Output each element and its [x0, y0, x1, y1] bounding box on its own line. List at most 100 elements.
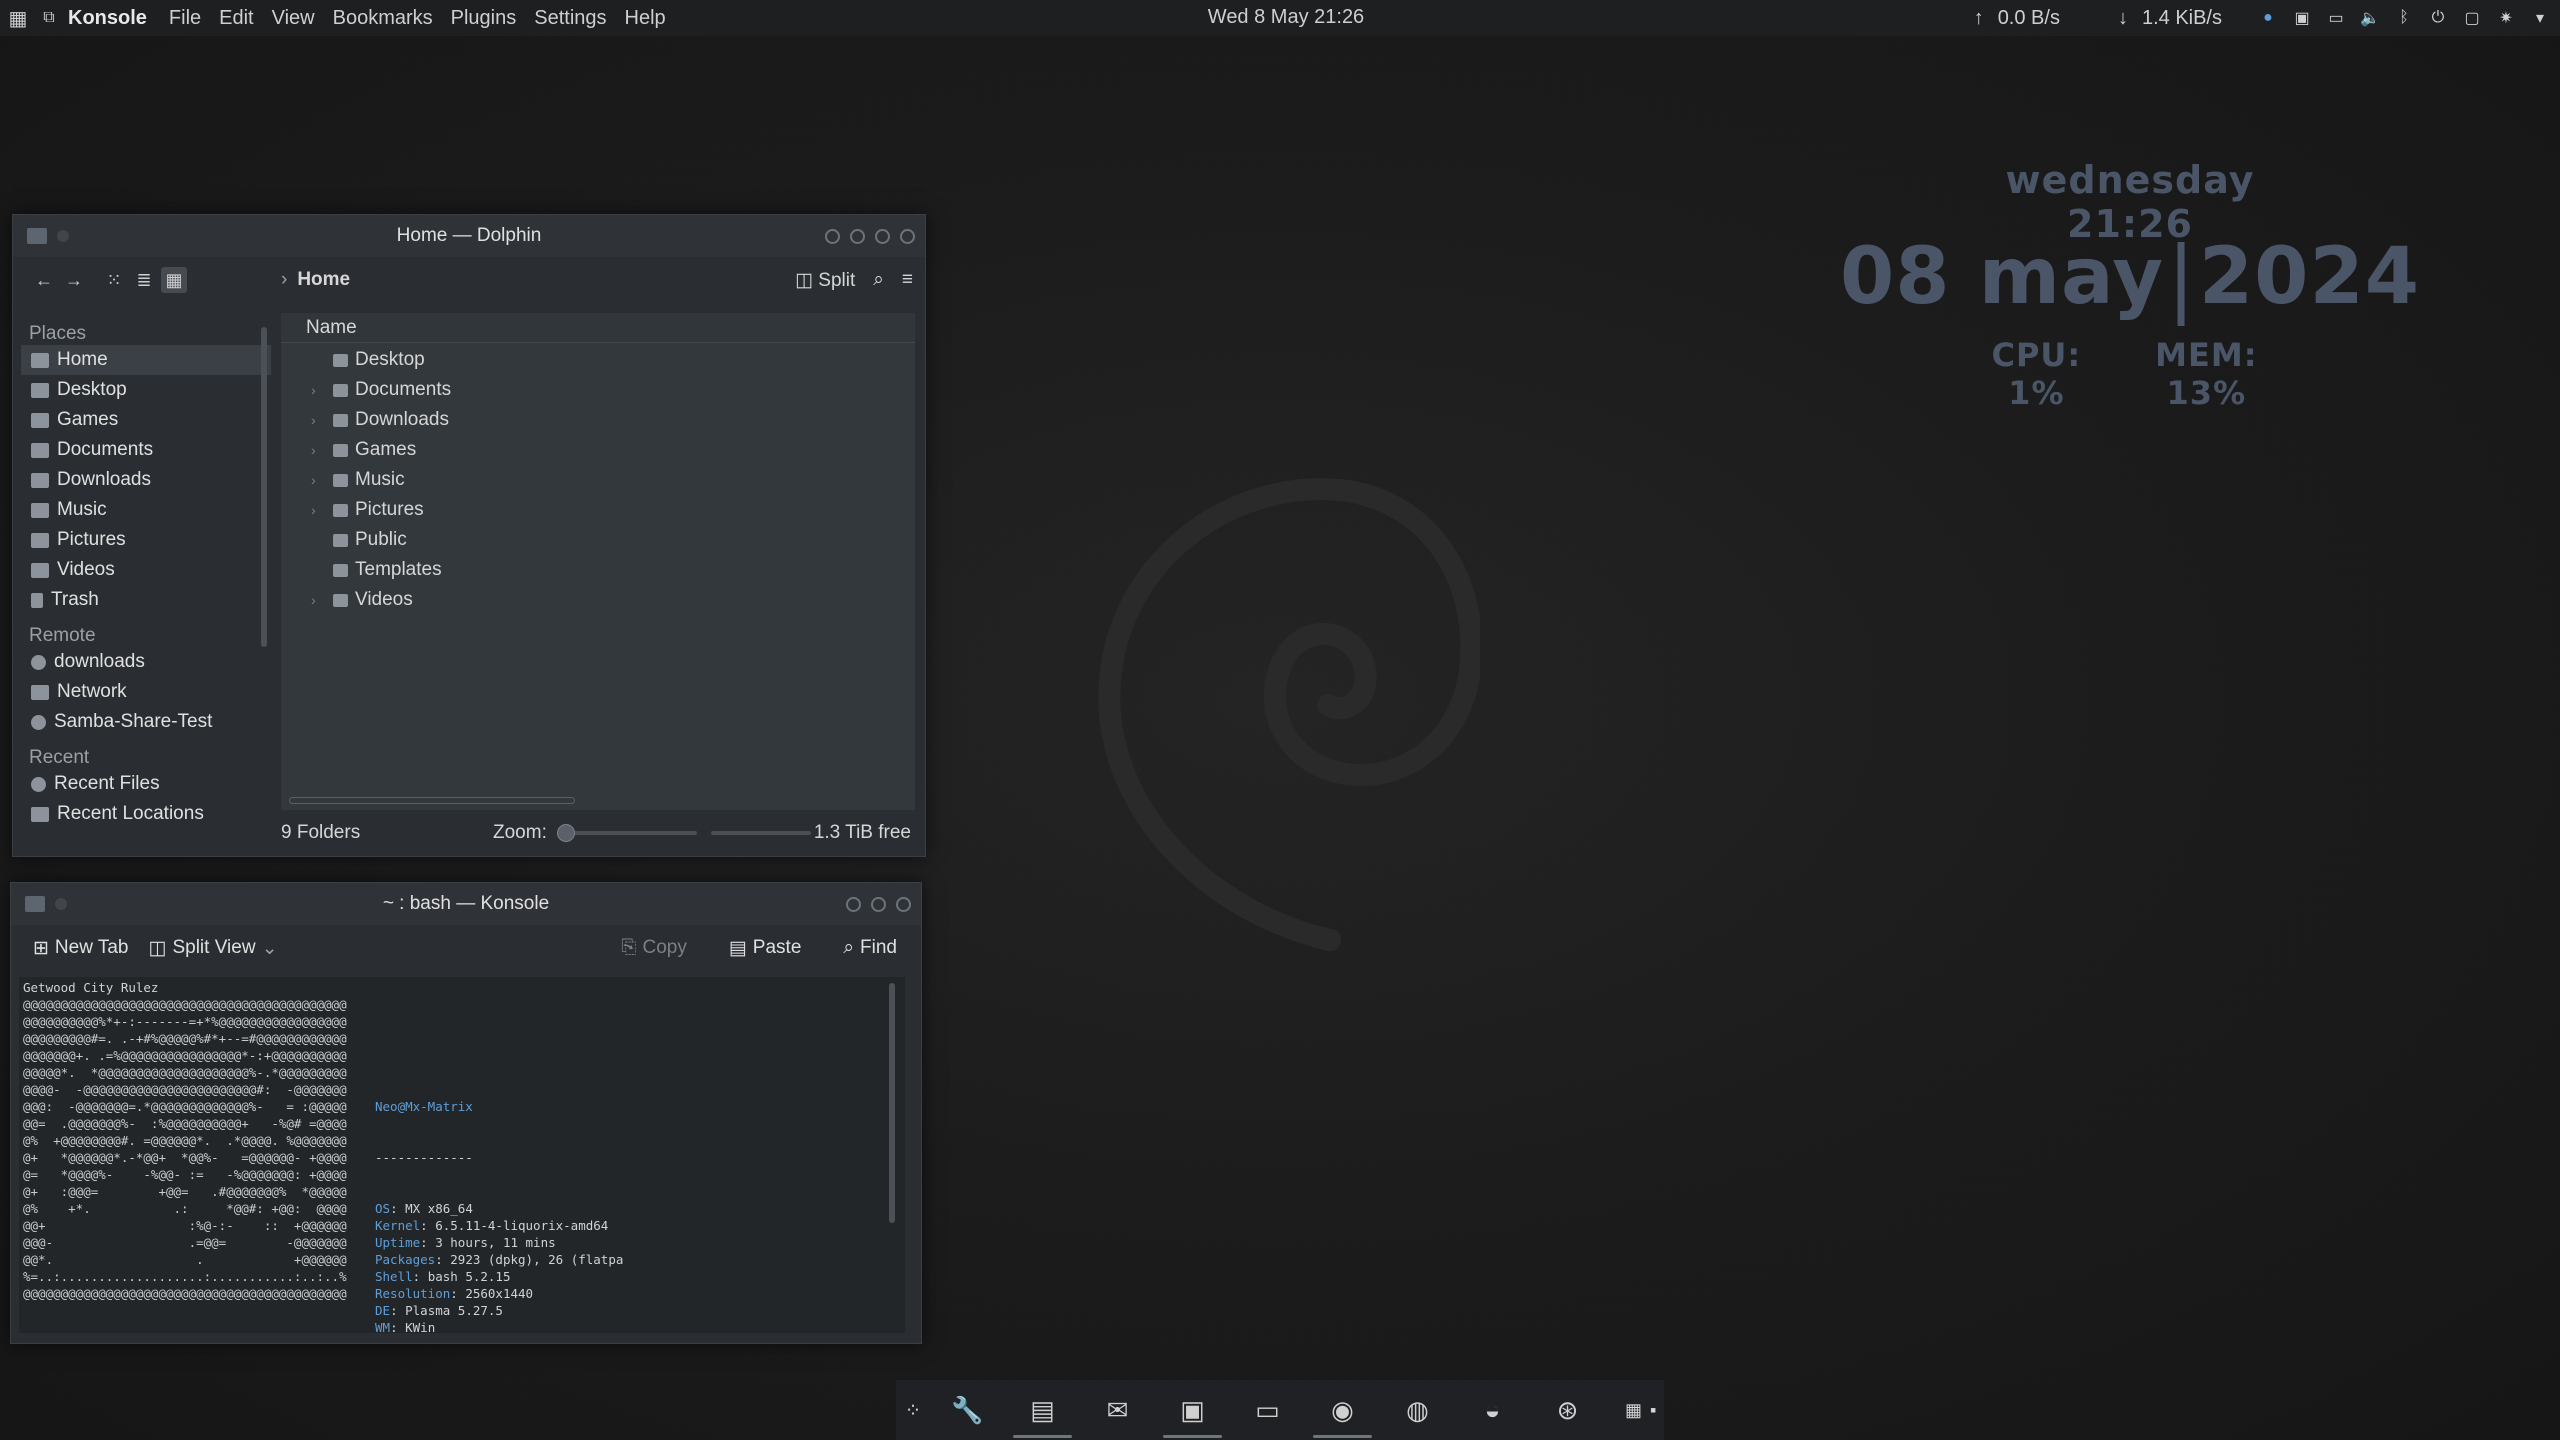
fetch-value: 6.5.11-4-liquorix-amd64 — [435, 1218, 609, 1233]
expand-chevron-icon[interactable]: › — [311, 412, 316, 428]
documents-folder-icon — [333, 383, 348, 397]
sidebar-item-network[interactable]: Network — [21, 677, 271, 707]
steam-icon[interactable]: ⊛ — [1530, 1380, 1605, 1440]
chevron-down-icon[interactable]: ⌄ — [262, 937, 278, 960]
sidebar-item-trash[interactable]: Trash — [21, 585, 271, 615]
app-grid-icon[interactable]: ⁘ — [896, 1380, 930, 1440]
sidebar-scrollbar[interactable] — [261, 327, 267, 647]
trash-icon[interactable]: ▪ — [1650, 1400, 1656, 1421]
terminal-scrollbar[interactable] — [889, 983, 895, 1223]
list-item[interactable]: › Games — [281, 435, 915, 465]
copy-button[interactable]: ⎘ Copy — [621, 937, 687, 960]
close-button[interactable] — [896, 896, 911, 912]
breadcrumb[interactable]: › Home — [281, 269, 350, 291]
running-indicator — [1163, 1435, 1222, 1438]
running-indicator — [1013, 1435, 1072, 1438]
maximize-button[interactable] — [875, 228, 890, 244]
terminal-icon[interactable]: ▣ — [2292, 8, 2312, 28]
dolphin-titlebar[interactable]: Home — Dolphin — [13, 215, 925, 257]
expand-chevron-icon[interactable]: › — [311, 382, 316, 398]
display-icon[interactable]: ▢ — [2462, 8, 2482, 28]
sidebar-item-label: Network — [57, 681, 127, 702]
search-icon[interactable]: ⌕ — [873, 269, 884, 291]
sidebar-item-downloads-remote[interactable]: downloads — [21, 647, 271, 677]
minimize-button[interactable] — [846, 896, 861, 912]
close-button[interactable] — [900, 228, 915, 244]
network-icon[interactable]: ● — [2258, 8, 2278, 28]
split-button[interactable]: ◫ Split — [795, 269, 855, 292]
compact-view-icon[interactable]: ≣ — [131, 267, 157, 293]
settings-icon[interactable]: 🔧 — [930, 1380, 1005, 1440]
konsole-window-icon[interactable] — [25, 896, 45, 912]
find-button[interactable]: ⌕ Find — [843, 937, 897, 960]
list-item[interactable]: › Downloads — [281, 405, 915, 435]
new-tab-button[interactable]: ⊞ New Tab — [33, 937, 129, 960]
sidebar-item-videos[interactable]: Videos — [21, 555, 271, 585]
column-header-name[interactable]: Name — [281, 313, 915, 343]
list-item[interactable]: › Music — [281, 465, 915, 495]
pin-icon[interactable] — [55, 898, 67, 910]
power-icon[interactable]: ⏻ — [2428, 8, 2448, 28]
terminal-output[interactable]: Getwood City Rulez @@@@@@@@@@@@@@@@@@@@@… — [19, 977, 905, 1333]
display-icon[interactable]: ▭ — [1230, 1380, 1305, 1440]
clipboard-icon[interactable]: ▭ — [2326, 8, 2346, 28]
breadcrumb-home[interactable]: Home — [297, 269, 350, 291]
sidebar-item-documents[interactable]: Documents — [21, 435, 271, 465]
find-label: Find — [860, 937, 897, 958]
maximize-button[interactable] — [871, 896, 886, 912]
sidebar-item-recent-locations[interactable]: Recent Locations — [21, 799, 271, 829]
sidebar-item-music[interactable]: Music — [21, 495, 271, 525]
list-item[interactable]: Templates — [281, 555, 915, 585]
list-item[interactable]: Desktop — [281, 345, 915, 375]
icons-view-icon[interactable]: ⁙ — [101, 267, 127, 293]
expand-chevron-icon[interactable]: › — [311, 472, 316, 488]
hamburger-menu-icon[interactable]: ≡ — [902, 269, 913, 291]
discord-icon[interactable]: ◒ — [1455, 1380, 1530, 1440]
horizontal-scrollbar[interactable] — [289, 797, 575, 804]
minimize-button[interactable] — [850, 228, 865, 244]
zoom-slider[interactable] — [556, 824, 697, 842]
sidebar-item-games[interactable]: Games — [21, 405, 271, 435]
chevron-down-icon[interactable]: ▾ — [2530, 8, 2550, 28]
volume-icon[interactable]: 🔈 — [2360, 8, 2380, 28]
sidebar-item-label: Recent Locations — [57, 803, 204, 824]
trash-icon — [31, 592, 43, 608]
dolphin-window-icon[interactable] — [27, 228, 47, 244]
folder-name: Public — [355, 529, 407, 550]
list-item[interactable]: Public — [281, 525, 915, 555]
forward-arrow-icon[interactable]: → — [61, 267, 87, 293]
fetch-line: DE: Plasma 5.27.5 — [375, 1303, 503, 1318]
sidebar-item-pictures[interactable]: Pictures — [21, 525, 271, 555]
desktop-icon — [333, 353, 348, 367]
zoom-slider-handle[interactable] — [556, 824, 575, 842]
expand-chevron-icon[interactable]: › — [311, 442, 316, 458]
sidebar-item-desktop[interactable]: Desktop — [21, 375, 271, 405]
brightness-icon[interactable]: ✷ — [2496, 8, 2516, 28]
sidebar-item-samba[interactable]: Samba-Share-Test — [21, 707, 271, 737]
chromium-icon[interactable]: ◍ — [1380, 1380, 1455, 1440]
sidebar-item-downloads[interactable]: Downloads — [21, 465, 271, 495]
bluetooth-icon[interactable]: ᛒ — [2394, 8, 2414, 28]
thunderbird-icon[interactable]: ✉ — [1080, 1380, 1155, 1440]
back-arrow-icon[interactable]: ← — [31, 267, 57, 293]
expand-chevron-icon[interactable]: › — [311, 592, 316, 608]
list-item[interactable]: › Pictures — [281, 495, 915, 525]
details-view-icon[interactable]: ▦ — [161, 267, 187, 293]
list-item[interactable]: › Videos — [281, 585, 915, 615]
fetch-value: bash 5.2.15 — [427, 1269, 511, 1284]
network-speed[interactable]: ↑ 0.0 B/s ↓ 1.4 KiB/s — [1974, 7, 2222, 30]
keep-above-button[interactable] — [825, 228, 840, 244]
pin-icon[interactable] — [57, 230, 69, 242]
firefox-icon[interactable]: ◉ — [1305, 1380, 1380, 1440]
expand-chevron-icon[interactable]: › — [311, 502, 316, 518]
list-item[interactable]: › Documents — [281, 375, 915, 405]
paste-button[interactable]: ▤ Paste — [729, 937, 802, 960]
konsole-titlebar[interactable]: ~ : bash — Konsole — [11, 883, 921, 925]
sidebar-item-recent-files[interactable]: Recent Files — [21, 769, 271, 799]
file-manager-icon[interactable]: ▤ — [1005, 1380, 1080, 1440]
split-view-button[interactable]: ◫ Split View ⌄ — [149, 937, 278, 960]
show-desktop-icon[interactable]: ▦ — [1625, 1400, 1642, 1421]
terminal-icon[interactable]: ▣ — [1155, 1380, 1230, 1440]
sidebar-item-home[interactable]: Home — [21, 345, 271, 375]
widget-mem: MEM: 13% — [2155, 336, 2258, 412]
